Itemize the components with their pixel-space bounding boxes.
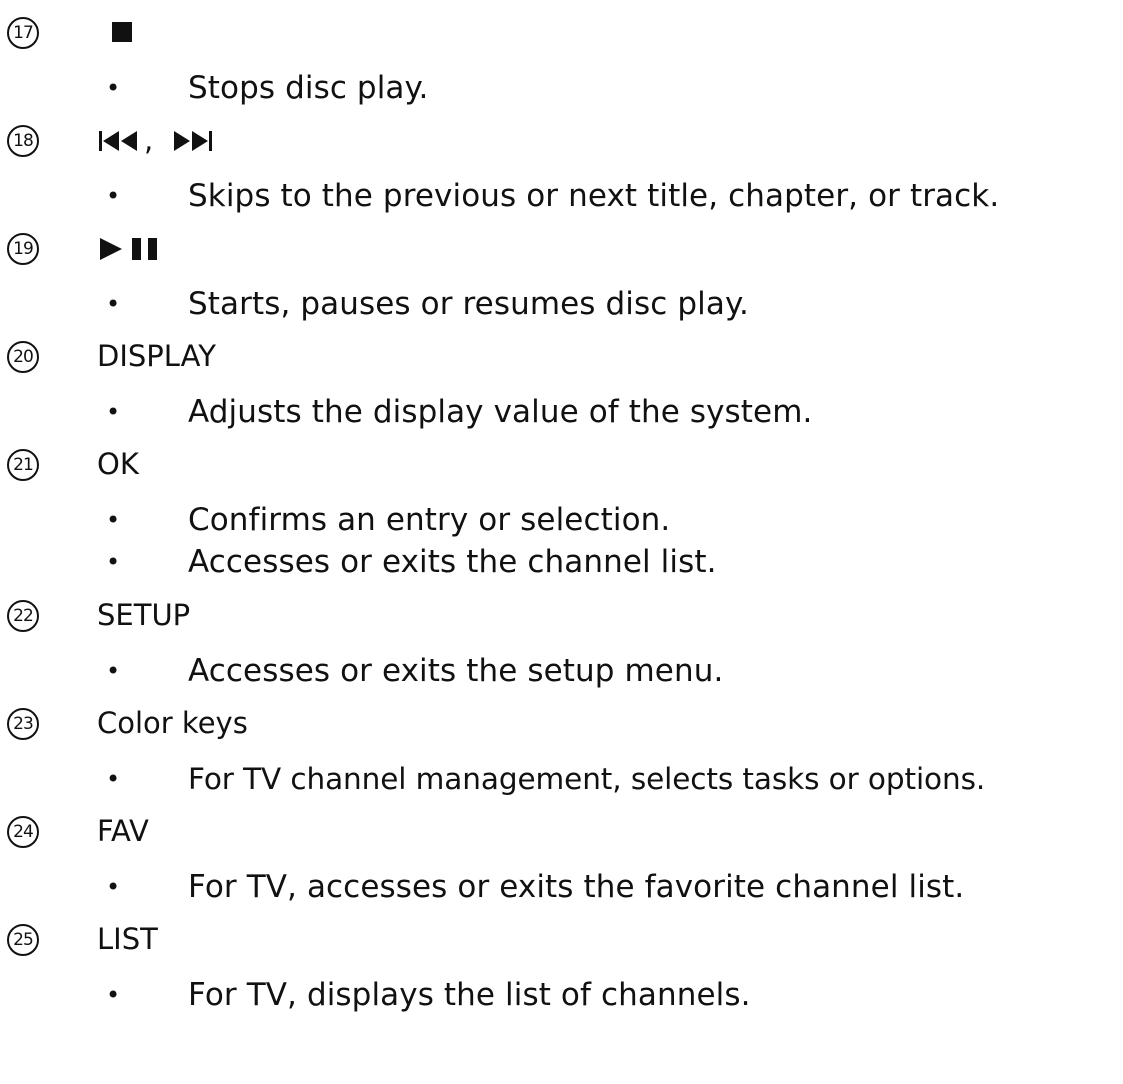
item-description: Accesses or exits the channel list. xyxy=(188,544,717,580)
item-number-badge: 21 xyxy=(7,449,39,481)
item-number-badge: 19 xyxy=(7,233,39,265)
item-number-badge: 24 xyxy=(7,816,39,848)
manual-page: 17 • Stops disc play. 18 , • Skips to th… xyxy=(0,0,1123,1084)
item-title: DISPLAY xyxy=(97,339,216,373)
list-item: • For TV, displays the list of channels. xyxy=(0,975,1123,1015)
item-title: SETUP xyxy=(97,598,191,632)
item-description: For TV, accesses or exits the favorite c… xyxy=(188,869,965,905)
list-item: • Stops disc play. xyxy=(0,68,1123,108)
item-title: Color keys xyxy=(97,706,248,740)
item-description: Adjusts the display value of the system. xyxy=(188,394,813,430)
bullet-point: • xyxy=(106,290,121,318)
item-number-badge: 20 xyxy=(7,341,39,373)
list-item: • Adjusts the display value of the syste… xyxy=(0,392,1123,432)
play-pause-icon xyxy=(100,238,157,260)
list-item: • Accesses or exits the setup menu. xyxy=(0,651,1123,691)
item-description: For TV, displays the list of channels. xyxy=(188,977,751,1013)
item-number-badge: 22 xyxy=(7,600,39,632)
separator-comma: , xyxy=(144,123,154,157)
list-item: • Accesses or exits the channel list. xyxy=(0,542,1123,582)
stop-icon xyxy=(112,22,132,42)
bullet-point: • xyxy=(106,398,121,426)
bullet-point: • xyxy=(106,506,121,534)
item-title: OK xyxy=(97,447,139,481)
list-item: • Starts, pauses or resumes disc play. xyxy=(0,284,1123,324)
bullet-point: • xyxy=(106,657,121,685)
list-item: • Confirms an entry or selection. xyxy=(0,500,1123,540)
list-item: • For TV, accesses or exits the favorite… xyxy=(0,867,1123,907)
item-description: Accesses or exits the setup menu. xyxy=(188,653,724,689)
bullet-point: • xyxy=(106,74,121,102)
item-description: Skips to the previous or next title, cha… xyxy=(188,178,1000,214)
item-title: LIST xyxy=(97,922,158,956)
bullet-point: • xyxy=(106,873,121,901)
item-number-badge: 23 xyxy=(7,708,39,740)
next-icon xyxy=(174,131,212,151)
item-number-badge: 18 xyxy=(7,125,39,157)
bullet-point: • xyxy=(106,182,121,210)
item-description: For TV channel management, selects tasks… xyxy=(188,762,986,796)
item-description: Stops disc play. xyxy=(188,70,429,106)
item-number-badge: 17 xyxy=(7,17,39,49)
item-description: Confirms an entry or selection. xyxy=(188,502,671,538)
list-item: • Skips to the previous or next title, c… xyxy=(0,176,1123,216)
list-item: • For TV channel management, selects tas… xyxy=(0,759,1123,799)
bullet-point: • xyxy=(106,548,121,576)
item-title: FAV xyxy=(97,814,149,848)
previous-icon xyxy=(99,131,137,151)
bullet-point: • xyxy=(106,981,121,1009)
item-description: Starts, pauses or resumes disc play. xyxy=(188,286,749,322)
item-number-badge: 25 xyxy=(7,924,39,956)
bullet-point: • xyxy=(106,765,121,793)
